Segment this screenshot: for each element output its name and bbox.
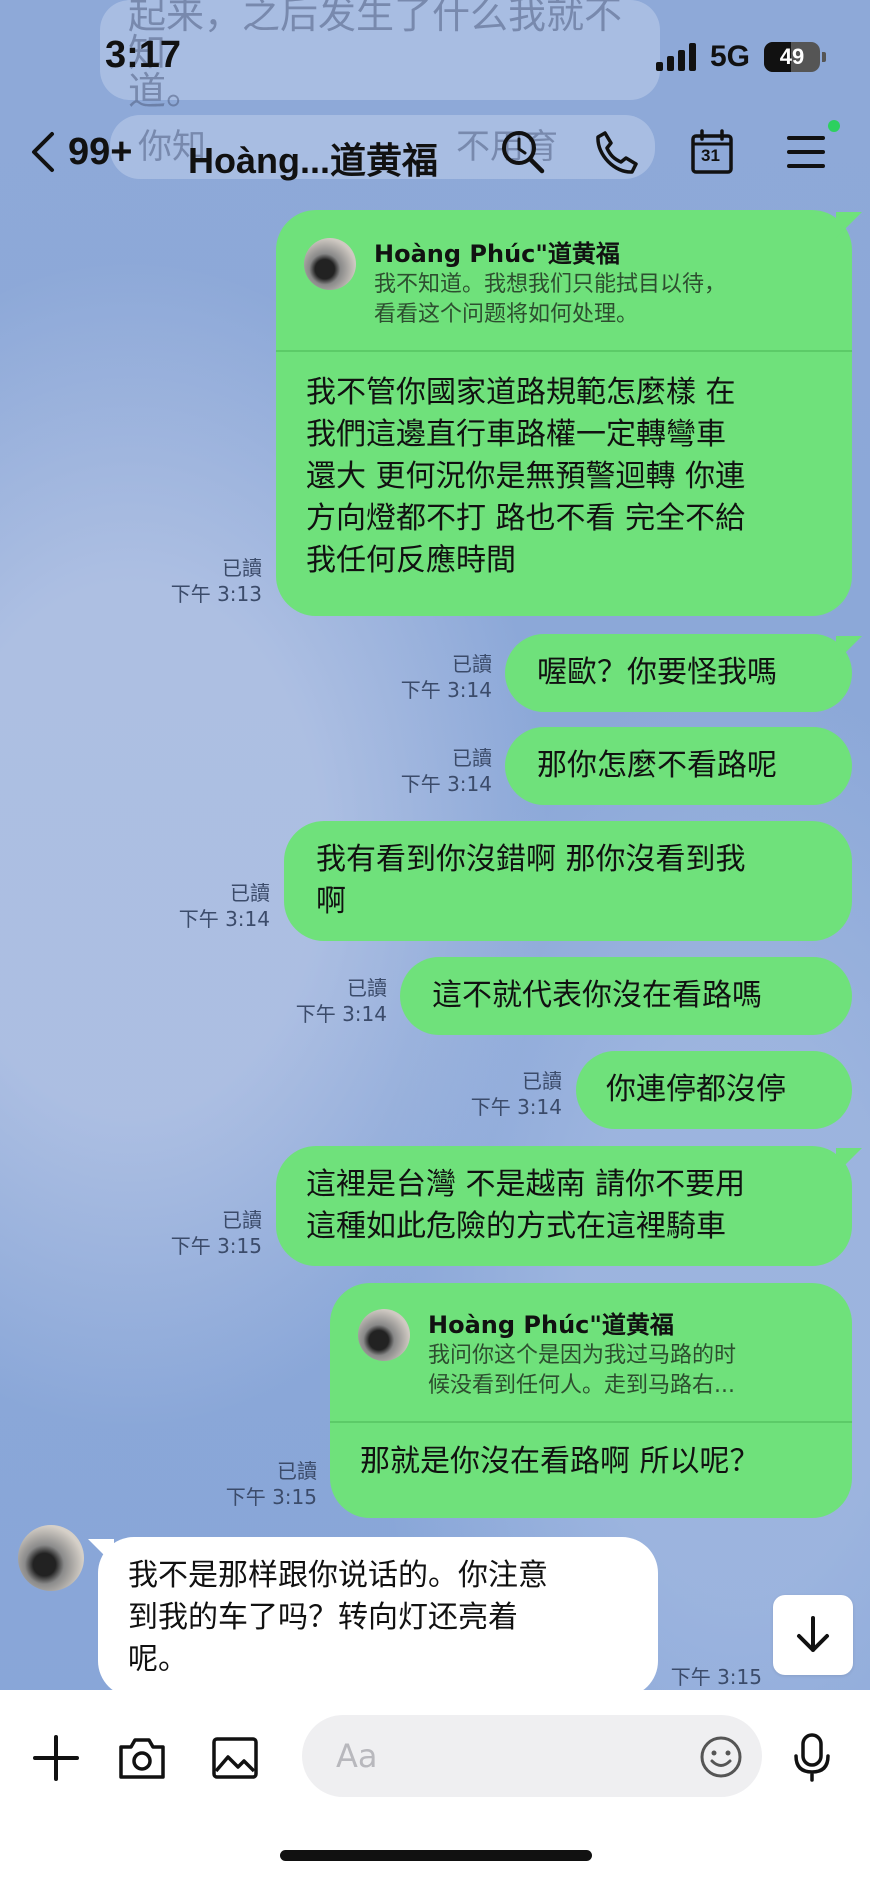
chat-title[interactable]: Hoàng...道黄福 — [188, 132, 438, 184]
unread-count: 99+ — [68, 130, 133, 173]
emoji-icon — [700, 1736, 742, 1778]
scroll-down-icon — [797, 1616, 829, 1652]
phone-icon — [596, 131, 638, 174]
message-meta: 已讀 下午 3:14 — [295, 976, 387, 1026]
reply-sender: Hoàng Phúc"道黄福 — [428, 1311, 674, 1339]
avatar[interactable] — [18, 1525, 84, 1591]
plus-icon — [33, 1735, 79, 1781]
battery-icon: 49 — [764, 42, 826, 72]
mic-icon — [794, 1733, 830, 1782]
avatar — [358, 1309, 410, 1361]
network-type: 5G — [709, 40, 750, 73]
message-meta: 已讀 下午 3:15 — [225, 1459, 317, 1509]
message-meta: 已讀 下午 3:14 — [400, 746, 492, 796]
search-button[interactable] — [495, 124, 551, 180]
notification-dot — [828, 120, 840, 132]
outgoing-message[interactable]: 這不就代表你沒在看路嗎 — [400, 957, 852, 1035]
outgoing-message[interactable]: 這裡是台灣 不是越南 請你不要用 這種如此危險的方式在這裡騎車 — [276, 1146, 852, 1266]
outgoing-message[interactable]: 你連停都沒停 — [576, 1051, 852, 1129]
message-time: 下午 3:15 — [670, 1665, 762, 1689]
outgoing-message[interactable]: 我有看到你沒錯啊 那你沒看到我 啊 — [284, 821, 852, 941]
menu-button[interactable] — [778, 120, 840, 180]
emoji-button[interactable] — [698, 1734, 744, 1780]
reply-sender: Hoàng Phúc"道黄福 — [374, 240, 620, 268]
message-meta: 已讀 下午 3:14 — [178, 881, 270, 931]
image-icon — [212, 1737, 258, 1779]
message-meta: 已讀 下午 3:15 — [170, 1208, 262, 1258]
outgoing-message[interactable]: 喔歐？你要怪我嗎 — [505, 634, 852, 712]
menu-icon — [787, 136, 825, 168]
camera-button[interactable] — [112, 1728, 172, 1788]
chat-header: 99+ Hoàng...道黄福 31 — [0, 112, 870, 198]
reply-quote[interactable]: Hoàng Phúc"道黄福 我问你这个是因为我过马路的时 候没看到任何人。走到… — [330, 1283, 852, 1423]
calendar-day: 31 — [701, 146, 720, 165]
back-button[interactable]: 99+ — [28, 130, 132, 174]
call-button[interactable] — [588, 124, 644, 180]
avatar — [304, 238, 356, 290]
incoming-message[interactable]: 我不是那样跟你说话的。你注意 到我的车了吗？转向灯还亮着 呢。 — [98, 1537, 658, 1697]
message-meta: 已讀 下午 3:14 — [470, 1069, 562, 1119]
message-meta: 已讀 下午 3:13 — [170, 556, 262, 606]
status-bar: 3:17 5G 49 — [0, 0, 870, 110]
scroll-down-button[interactable] — [773, 1595, 853, 1675]
signal-icon — [655, 43, 696, 71]
camera-icon — [119, 1738, 165, 1779]
message-meta: 已讀 下午 3:14 — [400, 652, 492, 702]
image-button[interactable] — [205, 1728, 265, 1788]
outgoing-message[interactable]: Hoàng Phúc"道黄福 我不知道。我想我们只能拭目以待， 看看这个问题将如… — [276, 210, 852, 616]
plus-button[interactable] — [26, 1728, 86, 1788]
back-icon — [32, 132, 54, 172]
message-input[interactable] — [302, 1715, 762, 1797]
home-indicator — [280, 1850, 592, 1861]
outgoing-message[interactable]: Hoàng Phúc"道黄福 我问你这个是因为我过马路的时 候没看到任何人。走到… — [330, 1283, 852, 1518]
search-icon — [502, 131, 545, 174]
status-time: 3:17 — [105, 34, 182, 76]
calendar-button[interactable]: 31 — [684, 124, 740, 180]
mic-button[interactable] — [782, 1728, 842, 1788]
outgoing-message[interactable]: 那你怎麼不看路呢 — [505, 727, 852, 805]
composer-bar — [0, 1690, 870, 1882]
reply-quote[interactable]: Hoàng Phúc"道黄福 我不知道。我想我们只能拭目以待， 看看这个问题将如… — [276, 210, 852, 352]
